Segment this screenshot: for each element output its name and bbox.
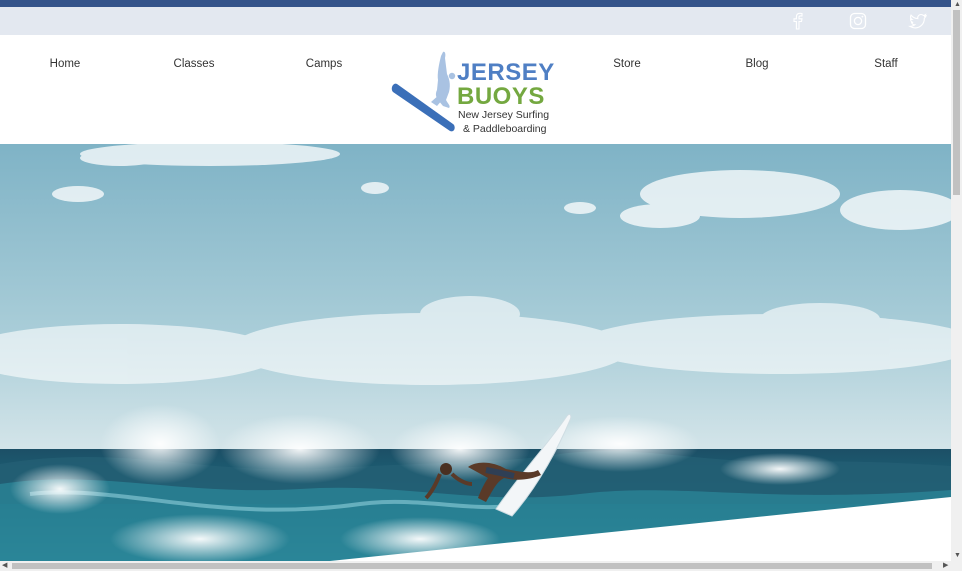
nav-staff[interactable]: Staff <box>874 58 897 70</box>
scroll-down-icon[interactable]: ▼ <box>954 552 961 560</box>
twitter-icon[interactable] <box>908 11 928 31</box>
logo-title-jersey: JERSEY <box>457 59 555 86</box>
logo-tagline-2: & Paddleboarding <box>463 123 547 135</box>
hero-image <box>0 144 951 561</box>
horizontal-scrollbar[interactable]: ◀ ▶ <box>0 561 962 571</box>
social-bar <box>0 7 951 35</box>
nav-home[interactable]: Home <box>50 58 81 70</box>
surfing-photo <box>0 144 951 561</box>
horizontal-scroll-thumb[interactable] <box>12 563 932 569</box>
facebook-icon[interactable] <box>788 11 808 31</box>
top-accent-bar <box>0 0 951 7</box>
nav-blog[interactable]: Blog <box>745 58 768 70</box>
nav-classes[interactable]: Classes <box>174 58 215 70</box>
site-logo[interactable]: JERSEY BUOYS New Jersey Surfing & Paddle… <box>391 50 561 138</box>
logo-title-buoys: BUOYS <box>457 83 545 110</box>
logo-tagline-1: New Jersey Surfing <box>458 109 550 121</box>
surfer-graphic <box>391 51 456 132</box>
scroll-up-icon[interactable]: ▲ <box>954 1 961 9</box>
instagram-icon[interactable] <box>848 11 868 31</box>
vertical-scroll-thumb[interactable] <box>953 10 960 195</box>
nav-store[interactable]: Store <box>613 58 641 70</box>
scroll-left-icon[interactable]: ◀ <box>2 562 7 570</box>
vertical-scrollbar[interactable]: ▲ ▼ <box>951 0 962 561</box>
nav-camps[interactable]: Camps <box>306 58 342 70</box>
scroll-right-icon[interactable]: ▶ <box>943 562 948 570</box>
